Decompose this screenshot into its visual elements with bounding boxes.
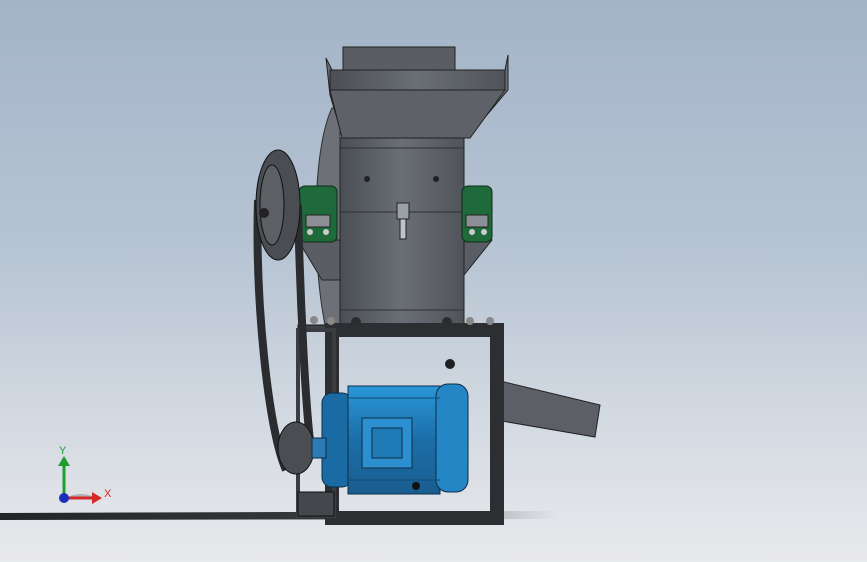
x-axis-arrow bbox=[92, 492, 102, 504]
upper-pulley[interactable] bbox=[255, 149, 301, 261]
lower-pulley[interactable] bbox=[277, 421, 327, 475]
y-axis-label: Y bbox=[59, 445, 67, 457]
electric-motor bbox=[321, 383, 469, 495]
z-axis-dot bbox=[59, 493, 69, 503]
left-bearing-block bbox=[298, 185, 338, 243]
y-axis-arrow bbox=[58, 456, 70, 466]
coordinate-triad[interactable]: Y X bbox=[58, 445, 112, 504]
feed-hopper bbox=[325, 46, 509, 139]
cad-viewport[interactable]: Y X bbox=[0, 0, 867, 562]
x-axis-label: X bbox=[104, 488, 112, 500]
discharge-chute bbox=[495, 379, 601, 438]
right-bearing-block bbox=[461, 185, 493, 243]
left-bracket bbox=[297, 239, 341, 281]
right-bracket bbox=[463, 239, 494, 277]
